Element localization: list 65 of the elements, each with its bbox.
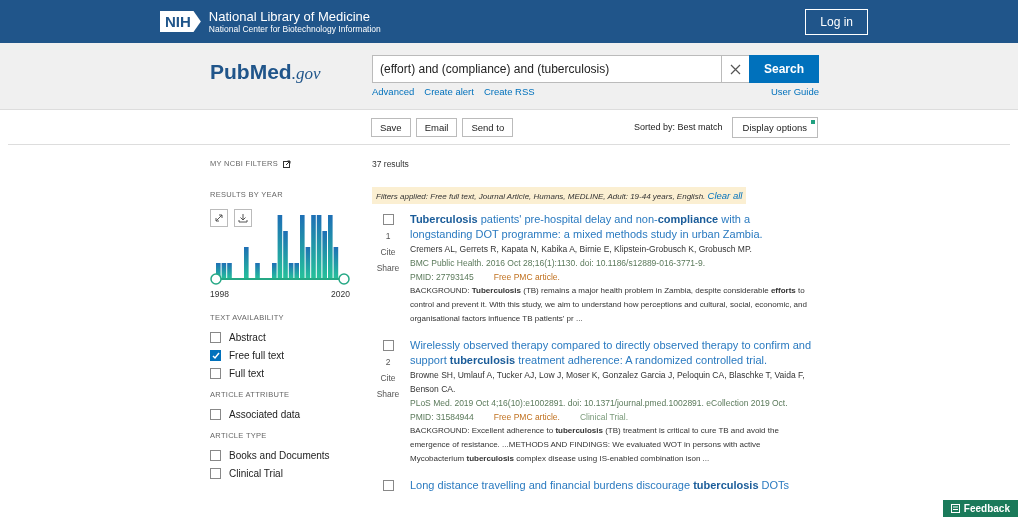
user-guide-link[interactable]: User Guide (770, 86, 819, 97)
filter-label[interactable]: Free full text (229, 350, 285, 361)
free-article-tag: Free PMC article. (493, 410, 560, 424)
external-link-icon[interactable] (283, 159, 291, 168)
authors: Browne SH, Umlauf A, Tucker AJ, Low J, Moser K, Gonzalez Garcia J, Peloquin CA, Blaschke T, Vaida F, Benson CA. (410, 369, 806, 396)
filter-label[interactable]: Clinical Trial (229, 468, 283, 479)
filter-label[interactable]: Full text (229, 368, 264, 379)
expand-button[interactable] (210, 209, 228, 227)
filter-label[interactable]: Associated data (229, 409, 301, 420)
display-options-button[interactable]: Display options (731, 116, 818, 138)
result-title[interactable]: Wirelessly observed therapy compared to directly observed therapy to confirm and support tuberculosis treatment adherence: A randomized controlled trial. (410, 338, 812, 368)
expand-icon (214, 213, 224, 223)
site-subtitle: National Center for Biotechnology Information (208, 24, 381, 34)
checkbox[interactable] (210, 409, 221, 420)
article-type: Clinical Trial. (579, 411, 629, 424)
download-button[interactable] (234, 209, 252, 227)
pmid: PMID: 27793145 (410, 271, 474, 284)
authors: Cremers AL, Gerrets R, Kapata N, Kabika A, Birnie E, Klipstein-Grobusch K, Grobusch MP. (410, 243, 753, 256)
result-title[interactable]: Tuberculosis patients' pre-hospital delay and non-compliance with a longstanding DOT programme: a mixed methods study in urban Zambia. (410, 212, 812, 242)
download-icon (238, 213, 248, 223)
filters-banner: Filters applied: Free full text, Journal Article, Humans, MEDLINE, Adult: 19-44 years, English. Clear all (372, 187, 747, 204)
checkbox[interactable] (210, 368, 221, 379)
checkbox[interactable] (382, 340, 394, 351)
filter-label[interactable]: Books and Documents (229, 450, 330, 461)
filter-label[interactable]: Abstract (229, 332, 266, 343)
checkbox[interactable] (210, 332, 221, 343)
result-number: 1 (385, 231, 391, 241)
checkbox[interactable] (382, 214, 394, 225)
comment-icon (950, 504, 960, 513)
site-title: National Library of Medicine (208, 9, 371, 24)
share-link[interactable]: Share (376, 263, 400, 273)
search-link[interactable]: Advanced (372, 86, 415, 97)
result-title[interactable]: Long distance travelling and financial burdens discourage tuberculosis DOTs (410, 478, 812, 493)
result-count: 37 results (372, 159, 410, 169)
result-number: 2 (385, 357, 391, 367)
clear-button[interactable] (721, 55, 749, 83)
checkbox[interactable] (210, 350, 221, 361)
close-icon (730, 63, 741, 75)
action-button[interactable]: Send to (462, 117, 514, 137)
pmid: PMID: 31584944 (410, 411, 474, 424)
search-field[interactable]: (effort) and (compliance) and (tuberculosis) (372, 55, 721, 83)
year-label: 1998 (210, 289, 229, 299)
checkbox[interactable] (382, 480, 394, 491)
search-button[interactable]: Search (749, 55, 819, 83)
citation: BMC Public Health. 2016 Oct 28;16(1):1130. doi: 10.1186/s12889-016-3771-9. (410, 257, 706, 270)
login-button[interactable]: Log in (805, 8, 868, 35)
free-article-tag: Free PMC article. (493, 270, 560, 284)
citation: PLoS Med. 2019 Oct 4;16(10):e1002891. doi: 10.1371/journal.pmed.1002891. eCollection 2019 Oct. (410, 397, 789, 410)
share-link[interactable]: Share (376, 389, 400, 399)
cite-link[interactable]: Cite (380, 247, 396, 257)
pubmed-logo[interactable]: PubMed.gov (210, 43, 372, 109)
checkbox[interactable] (210, 450, 221, 461)
action-button[interactable]: Email (415, 117, 458, 137)
search-link[interactable]: Create RSS (483, 86, 535, 97)
abstract-snippet: BACKGROUND: Excellent adherence to tuberculosis (TB) treatment is critical to cure TB and avoid the emergence of resistance. ...METHODS AND FINDINGS: We evaluated WOT in persons with active Mycobacterium tuberculosis complex disease using IS-enabled combination ison ... (410, 425, 780, 465)
year-label: 2020 (331, 289, 350, 299)
abstract-snippet: BACKGROUND: Tuberculosis (TB) remains a major health problem in Zambia, despite considerable efforts to control and prevent it. With this study, we aim to understand how perceptions and cultural, social, economic, and organisational factors influence TB patients' pr ... (410, 285, 808, 325)
feedback-button[interactable]: Feedback (942, 500, 1018, 517)
nih-logo[interactable]: NIH (160, 11, 201, 32)
search-link[interactable]: Create alert (424, 86, 474, 97)
sort-label: Sorted by: Best match (634, 122, 723, 132)
cite-link[interactable]: Cite (380, 373, 396, 383)
action-button[interactable]: Save (371, 117, 411, 137)
checkbox[interactable] (210, 468, 221, 479)
clear-all-link[interactable]: Clear all (707, 190, 743, 201)
